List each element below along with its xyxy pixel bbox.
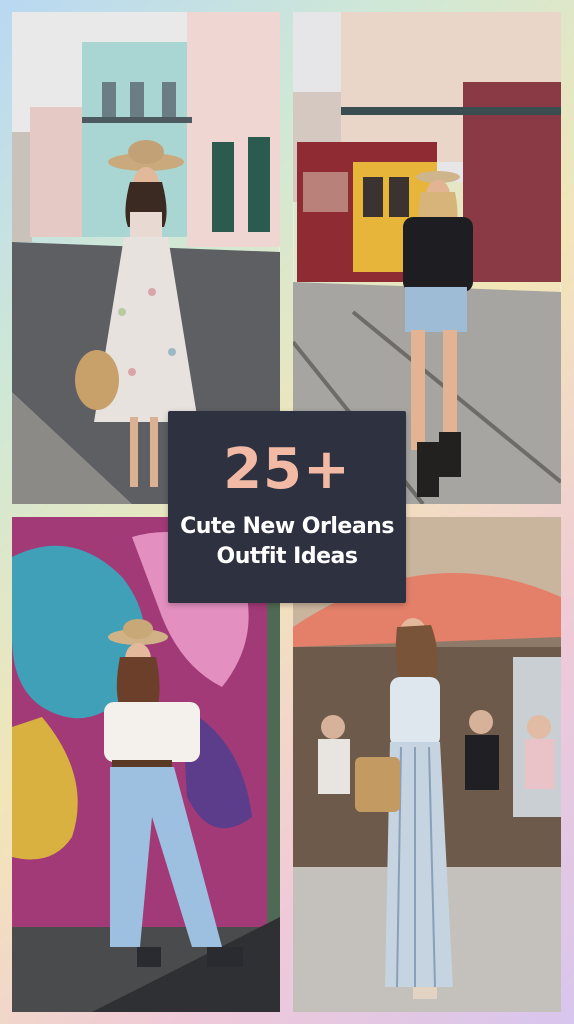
title-number: 25+ [223, 437, 351, 502]
title-card: 25+ Cute New Orleans Outfit Ideas [168, 411, 406, 603]
title-line-1: Cute New Orleans [180, 514, 394, 539]
title-line-2: Outfit Ideas [216, 544, 358, 569]
